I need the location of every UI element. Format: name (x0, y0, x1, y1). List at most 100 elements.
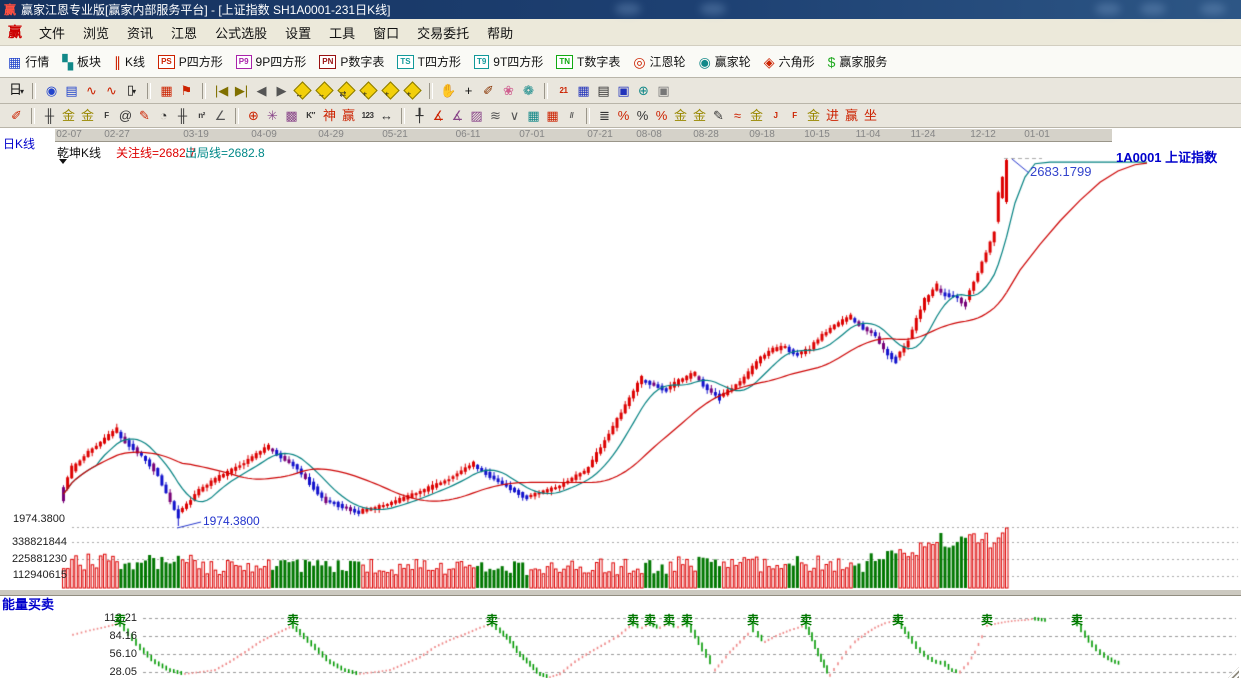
grid-purple-icon[interactable]: ▨ (468, 107, 485, 124)
ink-pen-icon[interactable]: ✎ (710, 107, 727, 124)
t9-square-button[interactable]: T99T四方形 (474, 53, 543, 70)
winner-service-button[interactable]: $赢家服务 (828, 53, 888, 70)
ying-tool-icon[interactable]: 赢 (340, 107, 357, 124)
info-panel-icon[interactable]: ▤ (63, 82, 80, 99)
step-lines-icon[interactable]: ≣ (596, 107, 613, 124)
band-red-icon[interactable]: ≈ (729, 107, 746, 124)
tick-ruler-icon[interactable]: ╫ (174, 107, 191, 124)
rays-icon[interactable]: ≋ (487, 107, 504, 124)
zuo-line-icon[interactable]: 坐 (862, 107, 879, 124)
percent-band-icon[interactable]: % (615, 107, 632, 124)
pan-hand-button[interactable]: ✋ (440, 82, 457, 99)
toolbar-separator (147, 83, 151, 99)
candle-style-dropdown[interactable]: ▯▾ (123, 81, 140, 100)
gold-section2-icon[interactable]: 金 (79, 107, 96, 124)
circle-cross-icon[interactable]: ⊕ (245, 107, 262, 124)
square-web-icon[interactable]: ▩ (283, 107, 300, 124)
percent-icon[interactable]: % (634, 107, 651, 124)
goto-first-button[interactable]: |◀ (213, 82, 230, 99)
menu-item-文件[interactable]: 文件 (30, 21, 74, 44)
network-icon[interactable]: ⊕ (635, 82, 652, 99)
wave-9-icon[interactable]: ∿ (103, 82, 120, 99)
jin-advance-icon[interactable]: 进 (824, 107, 841, 124)
fan-purple-icon[interactable]: ∡ (449, 107, 466, 124)
grid-red-icon[interactable]: ▦ (544, 107, 561, 124)
axis-plot-icon[interactable]: ╀ (411, 107, 428, 124)
period-day-dropdown[interactable]: 日▾ (8, 81, 25, 100)
goto-last-button[interactable]: ▶| (233, 82, 250, 99)
t-digit-button[interactable]: TNT数字表 (556, 53, 620, 70)
fib-ruler-icon[interactable]: F (98, 107, 115, 124)
workstation-icon[interactable]: ▣ (655, 82, 672, 99)
gann-diamond-cross3-icon[interactable]: + (403, 81, 421, 99)
menu-item-帮助[interactable]: 帮助 (478, 21, 522, 44)
t-square-button[interactable]: TST四方形 (397, 53, 461, 70)
sectors-button[interactable]: ▚板块 (62, 53, 101, 70)
angle-mirror-icon[interactable]: ∠ (212, 107, 229, 124)
notes-icon[interactable]: ▤ (595, 82, 612, 99)
gold-circle-icon[interactable]: 金 (672, 107, 689, 124)
p9-square-button[interactable]: P99P四方形 (236, 53, 306, 70)
count-ruler-icon[interactable]: 123 (359, 107, 376, 124)
star-web-icon[interactable]: ✳ (264, 107, 281, 124)
gann-grid-icon[interactable]: ▦ (158, 82, 175, 99)
gold-slant-icon[interactable]: 金 (805, 107, 822, 124)
p-square-button[interactable]: PSP四方形 (158, 53, 223, 70)
winner-wheel-button[interactable]: ◉赢家轮 (699, 53, 751, 70)
slant-lines-icon[interactable]: // (563, 107, 580, 124)
page-left-button[interactable]: ◀ (253, 82, 270, 99)
red-marker-icon[interactable]: ✎ (136, 107, 153, 124)
gold-hline2-icon[interactable]: 金 (748, 107, 765, 124)
gold-section1-icon[interactable]: 金 (60, 107, 77, 124)
kline-button[interactable]: ∥K线 (114, 53, 145, 70)
grid-teal-icon[interactable]: ▦ (525, 107, 542, 124)
measure-pen-icon[interactable]: ✐ (480, 82, 497, 99)
cycle-circle-icon[interactable]: ◔ (155, 107, 172, 124)
ruler-scale-icon[interactable]: ╫ (41, 107, 58, 124)
menu-item-工具[interactable]: 工具 (320, 21, 364, 44)
flower-teal-icon[interactable]: ❁ (520, 82, 537, 99)
fan-red-icon[interactable]: ∡ (430, 107, 447, 124)
gann-diamond-cross2-icon[interactable]: + (381, 81, 399, 99)
j-line-icon[interactable]: J (767, 107, 784, 124)
gann-diamond-right-icon[interactable]: → (315, 81, 333, 99)
crosshair-button[interactable]: + (460, 82, 477, 99)
gann-diamond-lr-icon[interactable]: ↔ (293, 81, 311, 99)
span-arrow-icon[interactable]: ↔ (378, 107, 395, 124)
menu-item-公式选股[interactable]: 公式选股 (206, 21, 276, 44)
calendar-icon[interactable]: 21 (555, 82, 572, 99)
wave-3-icon[interactable]: ∿ (83, 82, 100, 99)
date-tick-label: 02-27 (104, 129, 130, 141)
f-line-icon[interactable]: F (786, 107, 803, 124)
spiral-icon[interactable]: @ (117, 107, 134, 124)
menu-item-设置[interactable]: 设置 (276, 21, 320, 44)
save-icon[interactable]: ▣ (615, 82, 632, 99)
p-digit-button[interactable]: PNP数字表 (319, 53, 384, 70)
percent-line-icon[interactable]: % (653, 107, 670, 124)
shen-tool-icon[interactable]: 神 (321, 107, 338, 124)
draw-arrow-icon[interactable]: ✐ (8, 107, 25, 124)
menu-item-交易委托[interactable]: 交易委托 (408, 21, 478, 44)
calculator-icon[interactable]: ▦ (575, 82, 592, 99)
gann-diamond-swap-icon[interactable]: ⇄ (337, 81, 355, 99)
k-measure-icon[interactable]: K″ (302, 107, 319, 124)
n-square-icon[interactable]: n² (193, 107, 210, 124)
panel-divider[interactable] (0, 589, 1241, 596)
quotes-button[interactable]: ▦行情 (8, 53, 49, 70)
dynamic-quote-icon[interactable]: ◉ (43, 82, 60, 99)
menu-item-资讯[interactable]: 资讯 (118, 21, 162, 44)
menu-item-窗口[interactable]: 窗口 (364, 21, 408, 44)
menu-item-浏览[interactable]: 浏览 (74, 21, 118, 44)
menu-item-江恩[interactable]: 江恩 (162, 21, 206, 44)
gold-hline-icon[interactable]: 金 (691, 107, 708, 124)
page-right-button[interactable]: ▶ (273, 82, 290, 99)
hexagon-button[interactable]: ◈六角形 (764, 53, 815, 70)
color-flag-icon[interactable]: ⚑ (178, 82, 195, 99)
flower-pink-icon[interactable]: ❀ (500, 82, 517, 99)
ying-line-icon[interactable]: 赢 (843, 107, 860, 124)
gann-wheel-button[interactable]: ◎江恩轮 (633, 53, 685, 70)
dropdown-arrow-icon[interactable] (59, 159, 67, 168)
sell-signal-label: 卖 (486, 611, 498, 628)
v-mark-icon[interactable]: ∨ (506, 107, 523, 124)
gann-diamond-cross1-icon[interactable]: + (359, 81, 377, 99)
